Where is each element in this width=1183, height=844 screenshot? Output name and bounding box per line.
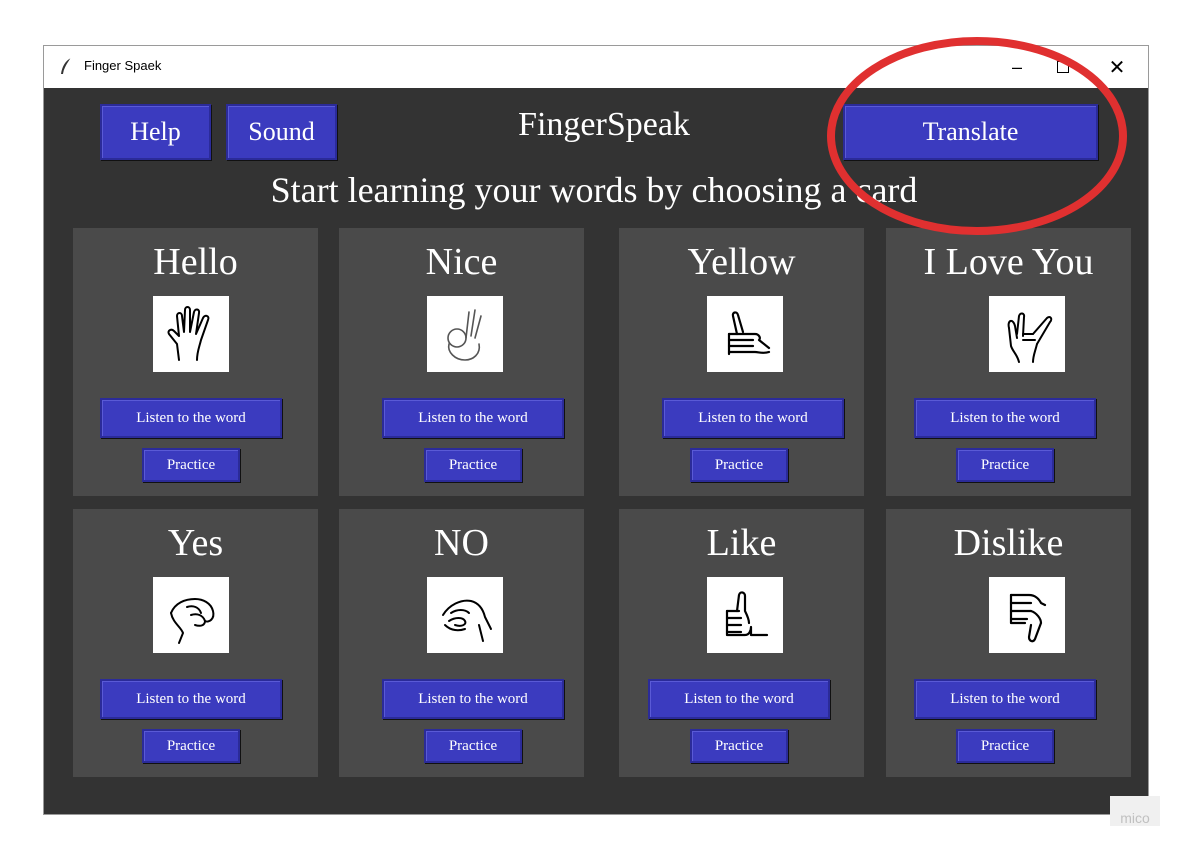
practice-button[interactable]: Practice [142,448,240,482]
maximize-icon [1057,61,1069,73]
translate-button[interactable]: Translate [843,104,1098,160]
practice-button[interactable]: Practice [690,448,788,482]
listen-button[interactable]: Listen to the word [382,398,564,438]
subtitle: Start learning your words by choosing a … [270,170,918,210]
ily-hand-icon [1007,312,1053,363]
no-hand-icon [442,599,492,642]
listen-button[interactable]: Listen to the word [382,679,564,719]
sign-image [427,577,503,653]
window-title: Finger Spaek [84,58,162,73]
practice-button[interactable]: Practice [424,729,522,763]
feather-icon [61,57,72,74]
listen-button[interactable]: Listen to the word [914,679,1096,719]
open-hand-icon [167,306,210,361]
sign-image [989,577,1065,653]
card-hello[interactable]: Hello Listen to the word Practice [73,228,318,496]
card-word: I Love You [923,241,1094,283]
card-word: NO [434,522,489,564]
minimize-icon: – [1011,56,1022,77]
practice-button[interactable]: Practice [956,448,1054,482]
sound-button[interactable]: Sound [226,104,337,160]
card-word: Like [706,522,777,564]
fist-hand-icon [170,598,215,644]
card-dislike[interactable]: Dislike Listen to the word Practice [886,509,1131,777]
sign-image [153,577,229,653]
close-button[interactable]: ✕ [1094,46,1140,88]
listen-button[interactable]: Listen to the word [100,398,282,438]
card-word: Dislike [953,522,1064,564]
minimize-button[interactable]: – [994,46,1040,88]
sign-image [707,577,783,653]
card-no[interactable]: NO Listen to the word Practice [339,509,584,777]
app-window: Finger Spaek – ✕ Help Sound FingerSpeak … [43,45,1149,815]
sign-image [707,296,783,372]
sign-image [153,296,229,372]
card-nice[interactable]: Nice Listen to the word Practice [339,228,584,496]
card-yes[interactable]: Yes Listen to the word Practice [73,509,318,777]
listen-button[interactable]: Listen to the word [648,679,830,719]
maximize-button[interactable] [1040,46,1086,88]
app-title: FingerSpeak [518,106,690,143]
sign-image [989,296,1065,372]
title-bar[interactable]: Finger Spaek – ✕ [44,46,1148,88]
watermark: mico [1110,796,1160,826]
card-yellow[interactable]: Yellow Listen to the word Practice [619,228,864,496]
listen-button[interactable]: Listen to the word [914,398,1096,438]
card-like[interactable]: Like Listen to the word Practice [619,509,864,777]
thumbs-down-icon [1009,593,1047,643]
card-i-love-you[interactable]: I Love You Listen to the word Practice [886,228,1131,496]
card-word: Nice [425,241,498,283]
practice-button[interactable]: Practice [956,729,1054,763]
thumbs-up-icon [725,591,769,637]
practice-button[interactable]: Practice [424,448,522,482]
help-button[interactable]: Help [100,104,211,160]
sign-image [427,296,503,372]
ok-hand-icon [447,309,482,361]
close-icon: ✕ [1108,56,1126,79]
listen-button[interactable]: Listen to the word [662,398,844,438]
listen-button[interactable]: Listen to the word [100,679,282,719]
card-word: Yes [167,522,224,564]
practice-button[interactable]: Practice [142,729,240,763]
practice-button[interactable]: Practice [690,729,788,763]
card-word: Hello [153,241,238,283]
card-word: Yellow [687,241,796,283]
shaka-hand-icon [727,311,771,356]
